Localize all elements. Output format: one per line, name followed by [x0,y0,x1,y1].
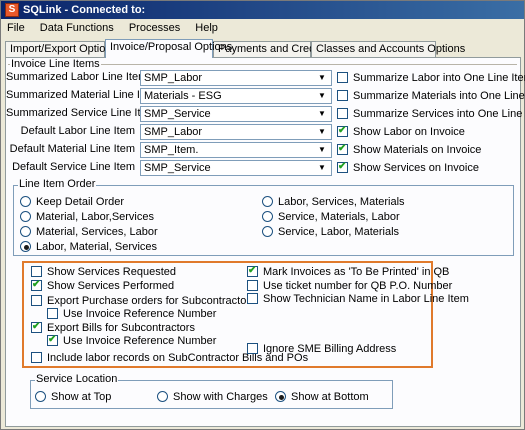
radio-keep-detail-order[interactable]: Keep Detail Order [20,196,124,209]
chevron-down-icon[interactable]: ▼ [315,89,329,103]
checkbox-checked-icon: ✔ [47,334,58,346]
tab-invoice-proposal-options[interactable]: Invoice/Proposal Options [105,39,232,58]
radio-selected-icon [20,241,31,252]
menu-bar: File Data Functions Processes Help [1,19,524,37]
radio-selected-icon [275,391,286,402]
tab-import-export-options[interactable]: Import/Export Options [5,41,117,57]
menu-processes[interactable]: Processes [123,19,186,37]
radio-labor-services-materials[interactable]: Labor, Services, Materials [262,196,405,209]
checkbox-icon [247,293,258,304]
window-title: SQLink - Connected to: [23,4,146,16]
chevron-down-icon[interactable]: ▼ [315,71,329,85]
checkbox-default-material[interactable]: ✔ Show Materials on Invoice [337,143,481,157]
summarized-material-line-item-select[interactable]: Materials - ESG ▼ [140,88,332,104]
radio-labor-material-services[interactable]: Labor, Material, Services [20,241,157,254]
checkbox-mark-to-be-printed[interactable]: ✔ Mark Invoices as 'To Be Printed' in QB [247,265,449,279]
checkbox-bills-use-invoice-reference[interactable]: ✔ Use Invoice Reference Number [47,334,216,348]
checkbox-use-ticket-number[interactable]: Use ticket number for QB P.O. Number [247,280,452,293]
radio-icon [20,211,31,222]
radio-show-at-top[interactable]: Show at Top [35,391,111,404]
select-value: SMP_Service [144,108,211,120]
radio-show-with-charges[interactable]: Show with Charges [157,391,268,404]
radio-material-labor-services[interactable]: Material, Labor,Services [20,211,154,224]
checkbox-checked-icon: ✔ [337,161,348,173]
menu-data-functions[interactable]: Data Functions [34,19,120,37]
summarized-service-line-item-select[interactable]: SMP_Service ▼ [140,106,332,122]
checkbox-show-technician-name[interactable]: Show Technician Name in Labor Line Item [247,293,469,306]
tab-panel: Invoice Line Items Summarized Labor Line… [5,57,525,427]
checkbox-default-service[interactable]: ✔ Show Services on Invoice [337,161,479,175]
radio-icon [35,391,46,402]
select-value: SMP_Service [144,162,211,174]
checkbox-summarized-labor[interactable]: Summarize Labor into One Line Item [337,72,525,85]
select-value: Materials - ESG [144,90,222,102]
summarized-labor-line-item-select[interactable]: SMP_Labor ▼ [140,70,332,86]
default-labor-line-item-select[interactable]: SMP_Labor ▼ [140,124,332,140]
checkbox-checked-icon: ✔ [31,321,42,333]
app-window: S SQLink - Connected to: File Data Funct… [0,0,525,430]
summarized-service-line-item-label: Summarized Service Line Item [6,107,156,119]
checkbox-export-purchase-orders[interactable]: Export Purchase orders for Subcontractor… [31,295,255,308]
checkbox-icon [337,72,348,83]
checkbox-show-services-performed[interactable]: ✔ Show Services Performed [31,279,174,293]
radio-icon [262,226,273,237]
radio-icon [157,391,168,402]
radio-service-labor-materials[interactable]: Service, Labor, Materials [262,226,399,239]
checkbox-summarized-service[interactable]: Summarize Services into One Line Item [337,108,525,121]
line-item-order-title: Line Item Order [18,178,97,190]
checkbox-checked-icon: ✔ [31,279,42,291]
radio-icon [262,211,273,222]
checkbox-icon [31,295,42,306]
select-value: SMP_Labor [144,126,203,138]
checkbox-po-use-invoice-reference[interactable]: Use Invoice Reference Number [47,308,216,321]
chevron-down-icon[interactable]: ▼ [315,107,329,121]
default-labor-line-item-label: Default Labor Line Item [20,125,135,137]
checkbox-checked-icon: ✔ [337,143,348,155]
checkbox-icon [247,280,258,291]
default-material-line-item-label: Default Material Line Item [9,143,135,155]
menu-file[interactable]: File [1,19,31,37]
checkbox-summarized-material[interactable]: Summarize Materials into One Line Item [337,90,525,103]
menu-help[interactable]: Help [189,19,224,37]
summarized-material-line-item-label: Summarized Material Line Item [6,89,159,101]
chevron-down-icon[interactable]: ▼ [315,161,329,175]
checkbox-icon [247,343,258,354]
checkbox-default-labor[interactable]: ✔ Show Labor on Invoice [337,125,465,139]
service-location-title: Service Location [35,373,119,385]
radio-show-at-bottom[interactable]: Show at Bottom [275,391,369,404]
default-service-line-item-select[interactable]: SMP_Service ▼ [140,160,332,176]
checkbox-ignore-sme-billing[interactable]: Ignore SME Billing Address [247,343,396,356]
tab-classes-and-accounts-options[interactable]: Classes and Accounts Options [311,41,465,57]
checkbox-icon [337,90,348,101]
checkbox-checked-icon: ✔ [247,265,258,277]
checkbox-icon [31,266,42,277]
title-bar: S SQLink - Connected to: [1,1,524,19]
default-material-line-item-select[interactable]: SMP_Item. ▼ [140,142,332,158]
checkbox-checked-icon: ✔ [337,125,348,137]
chevron-down-icon[interactable]: ▼ [315,143,329,157]
radio-icon [20,196,31,207]
radio-material-services-labor[interactable]: Material, Services, Labor [20,226,158,239]
select-value: SMP_Item. [144,144,199,156]
checkbox-icon [47,308,58,319]
radio-icon [262,196,273,207]
radio-service-materials-labor[interactable]: Service, Materials, Labor [262,211,400,224]
invoice-line-items-title: Invoice Line Items [10,58,101,70]
checkbox-icon [31,352,42,363]
summarized-labor-line-item-label: Summarized Labor Line Item [6,71,148,83]
default-service-line-item-label: Default Service Line Item [12,161,135,173]
radio-icon [20,226,31,237]
app-logo-icon: S [5,3,19,17]
checkbox-show-services-requested[interactable]: Show Services Requested [31,266,176,279]
chevron-down-icon[interactable]: ▼ [315,125,329,139]
select-value: SMP_Labor [144,72,203,84]
checkbox-icon [337,108,348,119]
